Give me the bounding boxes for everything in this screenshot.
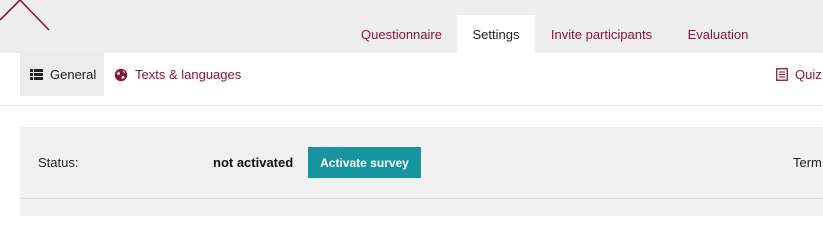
- status-row: Status: not activated Activate survey Te…: [20, 127, 823, 199]
- tab-label: Invite participants: [550, 26, 653, 42]
- back-arrow-icon[interactable]: [0, 0, 60, 40]
- tab-label: Questionnaire: [361, 26, 442, 42]
- subnav-item-general[interactable]: General: [20, 53, 104, 96]
- main-tabs: Questionnaire Settings Invite participan…: [346, 15, 768, 53]
- globe-icon: [114, 68, 128, 82]
- status-label: Status:: [38, 155, 79, 170]
- term-label: Term: [793, 155, 822, 170]
- tab-label: Settings: [472, 26, 520, 42]
- tab-evaluation[interactable]: Evaluation: [668, 15, 768, 53]
- subnav-label: Quiz: [795, 67, 822, 82]
- tab-settings[interactable]: Settings: [457, 15, 535, 53]
- settings-subnav: General Texts & languages Quiz: [0, 53, 823, 106]
- tab-invite-participants[interactable]: Invite participants: [535, 15, 668, 53]
- subnav-label: Texts & languages: [135, 67, 242, 82]
- settings-panel: Status: not activated Activate survey Te…: [20, 127, 823, 216]
- subnav-item-texts-languages[interactable]: Texts & languages: [114, 53, 241, 96]
- tab-label: Evaluation: [687, 26, 749, 42]
- subnav-label: General: [50, 67, 97, 82]
- document-icon: [776, 68, 788, 81]
- list-icon: [30, 69, 43, 80]
- top-navigation-bar: Questionnaire Settings Invite participan…: [0, 0, 823, 53]
- status-value: not activated: [213, 155, 294, 170]
- tab-questionnaire[interactable]: Questionnaire: [346, 15, 457, 53]
- subnav-item-quiz[interactable]: Quiz: [776, 53, 822, 96]
- activate-survey-button[interactable]: Activate survey: [308, 147, 421, 178]
